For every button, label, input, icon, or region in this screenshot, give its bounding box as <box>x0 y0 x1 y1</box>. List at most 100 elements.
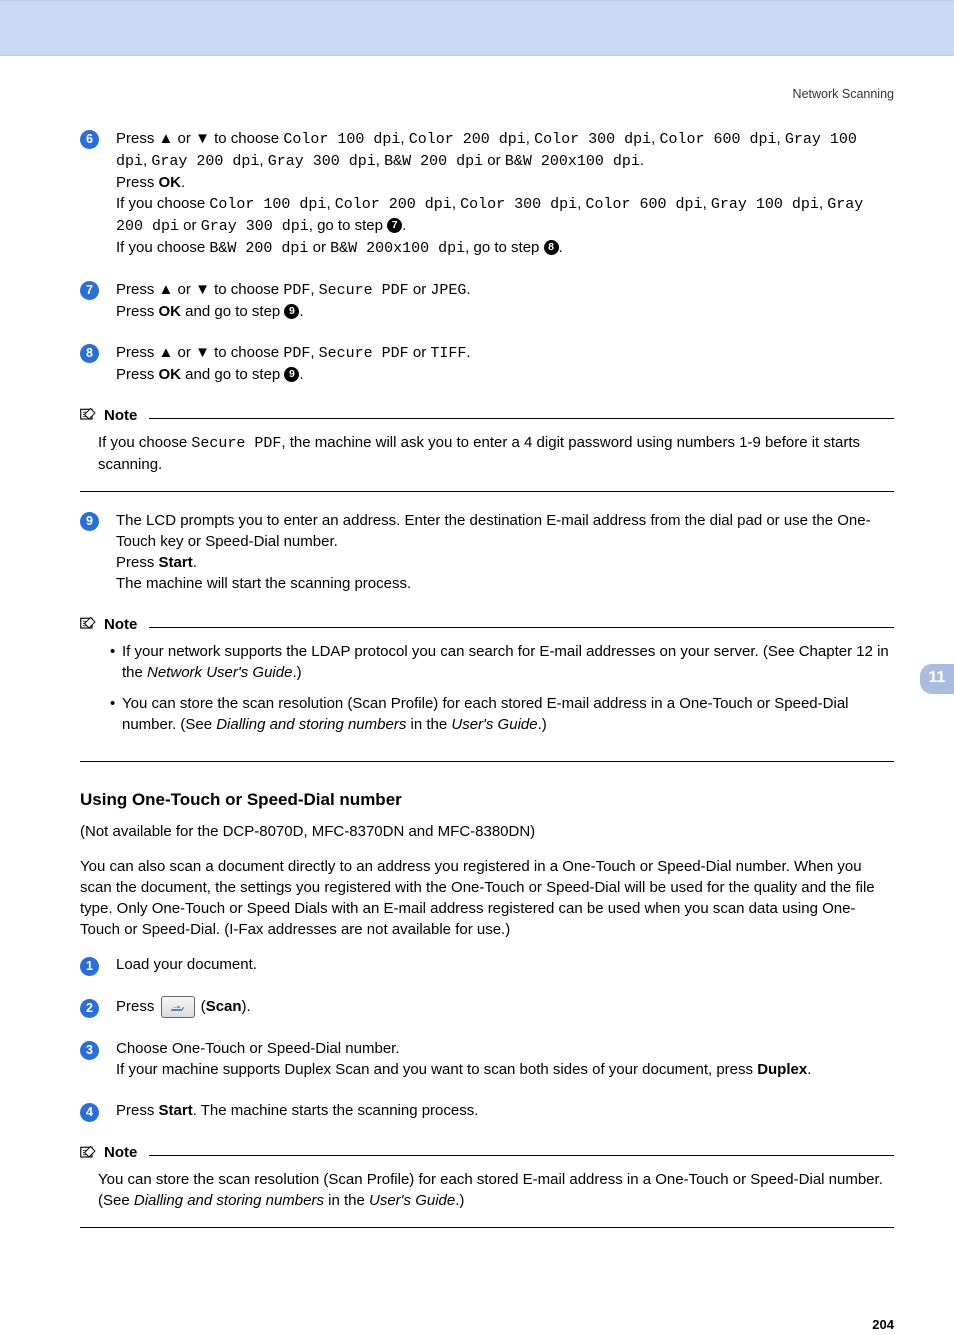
text: . <box>247 998 251 1015</box>
step-marker-6: 6 <box>80 130 99 149</box>
note-icon <box>80 616 98 632</box>
text: . <box>466 281 470 298</box>
text: , go to step <box>465 239 543 256</box>
note-block-1: Note If you choose Secure PDF, the machi… <box>80 405 894 492</box>
text: . <box>181 174 185 191</box>
text: to choose <box>210 344 283 361</box>
down-arrow-icon: ▼ <box>195 344 210 361</box>
step-7: 7 Press ▲ or ▼ to choose PDF, Secure PDF… <box>80 279 894 322</box>
option: Gray 200 dpi <box>151 153 259 170</box>
scan-label: Scan <box>206 998 242 1015</box>
step-marker-4: 4 <box>80 1103 99 1122</box>
availability-note: (Not available for the DCP-8070D, MFC-83… <box>80 821 894 842</box>
ok-label: OK <box>159 366 182 383</box>
option: Gray 300 dpi <box>268 153 376 170</box>
text: Load your document. <box>116 956 257 973</box>
option: B&W 200 dpi <box>209 240 308 257</box>
text: If your machine supports Duplex Scan and… <box>116 1061 757 1078</box>
page-number: 204 <box>0 1316 954 1334</box>
scan-button-icon <box>161 996 195 1018</box>
chapter-tab: 11 <box>920 664 954 694</box>
option: Color 300 dpi <box>460 196 577 213</box>
step-8: 8 Press ▲ or ▼ to choose PDF, Secure PDF… <box>80 342 894 385</box>
text: Press <box>116 344 159 361</box>
page-content: 6 Press ▲ or ▼ to choose Color 100 dpi , … <box>0 104 954 1287</box>
option: JPEG <box>430 282 466 299</box>
step-ref-8: 8 <box>544 240 559 255</box>
text: . <box>299 303 303 320</box>
text: If you choose <box>98 434 191 451</box>
down-arrow-icon: ▼ <box>195 130 210 147</box>
text: , <box>400 130 408 147</box>
ok-label: OK <box>159 303 182 320</box>
text: . <box>640 152 644 169</box>
text: Choose One-Touch or Speed-Dial number. <box>116 1040 400 1057</box>
down-arrow-icon: ▼ <box>195 281 210 298</box>
text: Press <box>116 366 159 383</box>
text: Press <box>116 303 159 320</box>
up-arrow-icon: ▲ <box>159 344 174 361</box>
option: TIFF <box>430 345 466 362</box>
text: or <box>179 217 201 234</box>
text: and go to step <box>181 303 284 320</box>
option: Color 100 dpi <box>209 196 326 213</box>
text: to choose <box>210 281 283 298</box>
text: Press <box>116 281 159 298</box>
option: Gray 300 dpi <box>201 218 309 235</box>
text: , <box>577 195 585 212</box>
step-marker-7: 7 <box>80 281 99 300</box>
text: If you choose <box>116 195 209 212</box>
option: PDF <box>283 345 310 362</box>
text: . The machine starts the scanning proces… <box>193 1102 479 1119</box>
text: . <box>559 239 563 256</box>
text: . <box>193 554 197 571</box>
text: to choose <box>210 130 283 147</box>
step-marker-9: 9 <box>80 512 99 531</box>
text: The machine will start the scanning proc… <box>116 575 411 592</box>
option: Color 200 dpi <box>409 131 526 148</box>
text: or <box>409 344 431 361</box>
text: Press <box>116 1102 159 1119</box>
text: If you choose <box>116 239 209 256</box>
text: . <box>299 366 303 383</box>
text: Press <box>116 554 159 571</box>
step-ref-9: 9 <box>284 367 299 382</box>
text: User's Guide <box>369 1192 455 1209</box>
option: B&W 200x100 dpi <box>330 240 465 257</box>
header-section: Network Scanning <box>0 56 954 104</box>
text: The LCD prompts you to enter an address.… <box>116 512 871 550</box>
text: and go to step <box>181 366 284 383</box>
duplex-label: Duplex <box>757 1061 807 1078</box>
text: , <box>526 130 534 147</box>
text: . <box>402 217 406 234</box>
section-heading: Using One-Touch or Speed-Dial number <box>80 788 894 812</box>
step-ref-7: 7 <box>387 218 402 233</box>
text: Press <box>116 998 159 1015</box>
ustep-3: 3 Choose One-Touch or Speed-Dial number.… <box>80 1038 894 1080</box>
up-arrow-icon: ▲ <box>159 130 174 147</box>
option: Color 600 dpi <box>586 196 703 213</box>
step-ref-9: 9 <box>284 304 299 319</box>
ustep-4: 4 Press Start. The machine starts the sc… <box>80 1100 894 1122</box>
option: B&W 200 dpi <box>384 153 483 170</box>
note-title: Note <box>104 405 137 426</box>
text: or <box>308 239 330 256</box>
text: , <box>376 152 384 169</box>
option: Color 200 dpi <box>335 196 452 213</box>
step-marker-8: 8 <box>80 344 99 363</box>
section-intro: You can also scan a document directly to… <box>80 856 894 940</box>
ok-label: OK <box>159 174 182 191</box>
note-title: Note <box>104 614 137 635</box>
text: , <box>776 130 784 147</box>
note-item: If your network supports the LDAP protoc… <box>110 641 894 683</box>
step-marker-2: 2 <box>80 999 99 1018</box>
top-band <box>0 0 954 56</box>
text: or <box>483 152 505 169</box>
text: or <box>409 281 431 298</box>
text: Dialling and storing numbers <box>134 1192 324 1209</box>
text: , <box>259 152 267 169</box>
text: , <box>310 344 318 361</box>
text: . <box>466 344 470 361</box>
text: Press <box>116 174 159 191</box>
start-label: Start <box>159 554 193 571</box>
